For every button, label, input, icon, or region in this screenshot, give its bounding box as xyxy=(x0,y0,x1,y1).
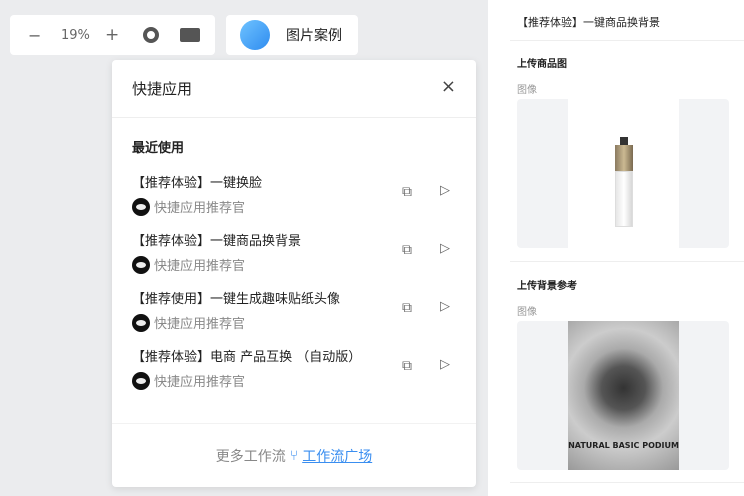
avatar xyxy=(132,255,150,274)
locate-icon[interactable] xyxy=(143,27,159,43)
list-item[interactable]: 【推荐体验】一键换脸 快捷应用推荐官 ⧉ ▷ xyxy=(132,172,462,222)
workflow-plaza-link[interactable]: 工作流广场 xyxy=(302,446,372,466)
item-name: 【推荐体验】一键换脸 xyxy=(132,176,263,191)
open-external-icon[interactable]: ⧉ xyxy=(402,242,412,258)
list-item[interactable]: 【推荐使用】一键生成趣味贴纸头像快捷应用推荐官 ⧉ ▷ xyxy=(132,288,462,338)
branch-icon: ⑂ xyxy=(289,447,299,464)
background-image-upload[interactable]: NATURAL BASIC PODIUM xyxy=(517,321,729,470)
list-item[interactable]: 【推荐体验】一键商品换背景快捷应用推荐官 ⧉ ▷ xyxy=(132,230,462,280)
divider xyxy=(510,261,744,262)
run-icon[interactable]: ▷ xyxy=(440,357,450,372)
product-image xyxy=(615,137,633,227)
background-image: NATURAL BASIC PODIUM xyxy=(568,321,679,470)
avatar xyxy=(132,371,150,390)
list-item[interactable]: 【推荐体验】电商 产品互换 （自动版） 快捷应用推荐官 ⧉ ▷ xyxy=(132,346,462,396)
upload-background-label: 上传背景参考 xyxy=(517,281,577,292)
run-icon[interactable]: ▷ xyxy=(440,183,450,198)
divider xyxy=(510,482,744,483)
upload-product-label: 上传商品图 xyxy=(517,59,567,70)
avatar xyxy=(132,197,150,216)
image-icon xyxy=(240,20,270,50)
quick-apps-popup: 快捷应用 × 最近使用 【推荐体验】一键换脸 快捷应用推荐官 ⧉ ▷ 【推荐体验】一键商… xyxy=(112,60,476,487)
keyboard-icon[interactable] xyxy=(180,28,200,42)
product-image-upload[interactable] xyxy=(517,99,729,248)
run-icon[interactable]: ▷ xyxy=(440,299,450,314)
panel-title: 【推荐体验】一键商品换背景 xyxy=(517,16,660,29)
avatar xyxy=(132,313,150,332)
recent-heading: 最近使用 xyxy=(132,141,185,156)
item-name: 【推荐体验】电商 产品互换 （自动版） xyxy=(132,350,362,365)
open-external-icon[interactable]: ⧉ xyxy=(402,358,412,374)
item-name: 【推荐使用】一键生成趣味贴纸头像 xyxy=(132,292,341,307)
item-author: 快捷应用推荐官 xyxy=(154,259,246,274)
poster-text: NATURAL BASIC PODIUM xyxy=(568,441,679,450)
popup-title: 快捷应用 xyxy=(132,80,193,98)
item-name: 【推荐体验】一键商品换背景 xyxy=(132,234,302,249)
zoom-in-button[interactable]: + xyxy=(105,25,119,45)
item-author: 快捷应用推荐官 xyxy=(154,201,246,216)
zoom-toolbar: − 19% + xyxy=(10,15,215,55)
image-case-label: 图片案例 xyxy=(286,28,342,44)
item-author: 快捷应用推荐官 xyxy=(154,375,246,390)
image-case-button[interactable]: 图片案例 xyxy=(226,15,358,55)
run-icon[interactable]: ▷ xyxy=(440,241,450,256)
zoom-level: 19% xyxy=(61,27,90,43)
item-author: 快捷应用推荐官 xyxy=(154,317,246,332)
open-external-icon[interactable]: ⧉ xyxy=(402,184,412,200)
image-label: 图像 xyxy=(517,307,537,318)
zoom-out-button[interactable]: − xyxy=(28,26,41,45)
more-workflows-label: 更多工作流 xyxy=(215,448,286,465)
close-icon[interactable]: × xyxy=(441,76,456,97)
divider xyxy=(510,40,744,41)
open-external-icon[interactable]: ⧉ xyxy=(402,300,412,316)
image-label: 图像 xyxy=(517,85,537,96)
